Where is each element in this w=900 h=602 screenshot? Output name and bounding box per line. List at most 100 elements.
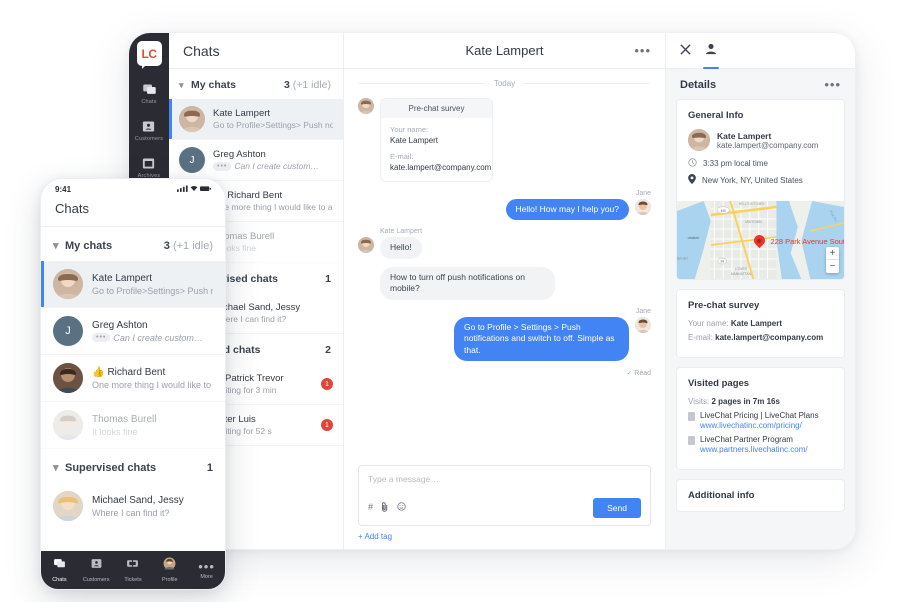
customer-location-map[interactable]: 495 9A HELL'S KITCHEN MIDTOWN LOWER MANH… [677,201,844,279]
chat-list-item-name: Kate Lampert [213,108,271,119]
chat-list-item-name: Patrick Trevor [213,373,313,384]
typing-indicator-icon: ••• [213,161,232,171]
map-zoom-out-button[interactable]: − [826,260,839,273]
group-count: 3 (+1 idle) [284,79,331,91]
visited-page-title: LiveChat Pricing | LiveChat Plans [700,411,819,420]
message-sender: Jane [635,190,651,197]
signal-wifi-battery-icons [177,184,211,195]
avatar: J [179,147,205,173]
survey-email-value: kate.lampert@company.com [390,163,492,172]
phone-group-header-my-chats[interactable]: ▾ My chats 3 (+1 idle) [41,227,225,261]
phone-nav-label: Tickets [124,577,142,583]
avatar [53,410,83,440]
sidebar-item-chats[interactable]: Chats [141,82,156,105]
chat-list-item-message: Where I can find it? [213,314,287,324]
phone-chat-item-thomas-burell[interactable]: Thomas Burell It looks fine [41,402,225,449]
message-input-placeholder[interactable]: Type a message… [368,474,641,484]
phone-chat-item-michael-sand[interactable]: Michael Sand, Jessy Where I can find it? [41,483,225,529]
phone-chat-item-name: Thomas Burell [92,413,157,425]
phone-nav-item-chats[interactable]: Chats [41,557,78,583]
phone-group-header-supervised-chats[interactable]: ▾ Supervised chats 1 [41,449,225,483]
sidebar-item-customers[interactable]: Customers [135,119,163,142]
phone-nav-label: More [200,573,213,580]
logo-text: LC [141,46,158,61]
chat-list-item-name: Greg Ashton [213,149,266,160]
additional-info-card[interactable]: Additional info [676,479,845,512]
phone-nav-item-profile[interactable]: Profile [151,557,188,583]
map-zoom-in-button[interactable]: + [826,247,839,260]
phone-chat-item-richard-bent[interactable]: 👍 Richard Bent One more thing I would lik… [41,355,225,402]
conversation-title: Kate Lampert [465,43,544,58]
chat-list-item-text: Michael Sand, Jessy Where I can find it? [213,302,333,324]
svg-text:RPORT: RPORT [677,257,688,261]
message-composer[interactable]: Type a message… # Send [358,465,651,526]
message-sender: Kate Lampert [380,228,423,236]
paperclip-icon[interactable] [381,502,389,514]
visited-page-item[interactable]: LiveChat Pricing | LiveChat Plans www.li… [688,411,833,430]
svg-text:495: 495 [721,209,726,213]
close-details-button[interactable] [680,33,691,69]
pre-chat-survey-title: Pre-chat survey [688,300,760,311]
survey-name-row: Your name: Kate Lampert [688,319,782,328]
visited-pages-body: Visited pages Visits: 2 pages in 7m 16s … [677,368,844,469]
send-button[interactable]: Send [593,498,641,518]
svg-text:HELL'S KITCHEN: HELL'S KITCHEN [739,202,765,206]
phone-chat-item-text: Michael Sand, Jessy Where I can find it? [92,495,213,518]
chat-list-item-name: Peter Luis [213,414,256,425]
group-title: Supervised chats [65,461,157,474]
general-info-card: General Info Kate Lampert kate.lampert@c… [676,99,845,280]
composer-icons: # [368,502,593,514]
chat-list-item-message: It looks fine [213,243,256,253]
svg-text:LOWER: LOWER [735,267,748,271]
customer-identity: Kate Lampert kate.lampert@company.com [688,129,833,151]
more-horizontal-icon[interactable]: ••• [824,78,841,91]
phone-nav-item-more[interactable]: ••• More [188,560,225,580]
livechat-logo: LC [136,41,162,69]
visits-value: 2 pages in 7m 16s [711,397,780,406]
message-bubble-row: Go to Profile > Settings > Push notifica… [358,316,651,362]
group-header-my-chats[interactable]: ▾ My chats 3 (+1 idle) [169,69,343,99]
avatar-icon [163,557,176,575]
conversation-header: Kate Lampert ••• [344,33,665,69]
avatar-initial: J [65,325,71,337]
tab-customer-details[interactable] [703,33,719,69]
phone-chat-item-message: It looks fine [92,426,138,437]
add-tag-button[interactable]: + Add tag [358,532,651,541]
local-time-value: 3:33 pm local time [703,159,768,168]
avatar [358,98,374,114]
phone-nav-item-tickets[interactable]: Tickets [115,557,152,583]
day-separator: Today [358,79,652,88]
message-bubble: Hello! [380,237,422,259]
more-horizontal-icon[interactable]: ••• [634,44,651,57]
livechat-desktop-window: LC Chats Customers Archives Chats ▾ My c… [128,32,856,550]
clock-icon [688,158,697,169]
chat-list-item-kate-lampert[interactable]: Kate Lampert Go to Profile>Settings> Pus… [169,99,343,140]
chat-list-item-text: Greg Ashton ••• Can I create custom… [213,149,333,171]
visited-page-text: LiveChat Pricing | LiveChat Plans www.li… [700,411,819,430]
visited-page-url[interactable]: www.partners.livechatinc.com/ [700,445,808,454]
archive-box-icon [141,156,156,171]
additional-info-body: Additional info [677,480,844,511]
visited-page-url[interactable]: www.livechatinc.com/pricing/ [700,421,819,430]
message-bubble-row: Hello! [358,237,651,259]
day-separator-label: Today [493,79,516,88]
phone-chat-item-kate-lampert[interactable]: Kate Lampert Go to Profile>Settings> Pus… [41,261,225,308]
chat-list-item-message: Go to Profile>Settings> Push not... [213,120,333,130]
visited-page-item[interactable]: LiveChat Partner Program www.partners.li… [688,435,833,454]
chat-list-item-greg-ashton[interactable]: J Greg Ashton ••• Can I create custom… [169,140,343,181]
phone-chat-item-greg-ashton[interactable]: J Greg Ashton ••• Can I create custom… [41,308,225,355]
visits-row: Visits: 2 pages in 7m 16s [688,397,780,406]
map-zoom-controls[interactable]: + − [826,247,839,273]
phone-bottom-nav: Chats Customers Tickets Profile ••• More [41,551,225,589]
hash-icon[interactable]: # [368,502,373,514]
avatar-initial: J [189,154,195,166]
chat-list-header: Chats [169,33,343,69]
phone-chat-item-name: 👍 Richard Bent [92,366,166,378]
pre-chat-survey-card-title: Pre-chat survey [381,99,492,118]
phone-chat-item-message: ••• Can I create custom… [92,333,213,343]
phone-nav-item-customers[interactable]: Customers [78,557,115,583]
sidebar-item-archives[interactable]: Archives [138,156,161,179]
status-time: 9:41 [55,184,72,194]
emoji-icon[interactable] [397,502,406,514]
avatar [358,237,374,254]
